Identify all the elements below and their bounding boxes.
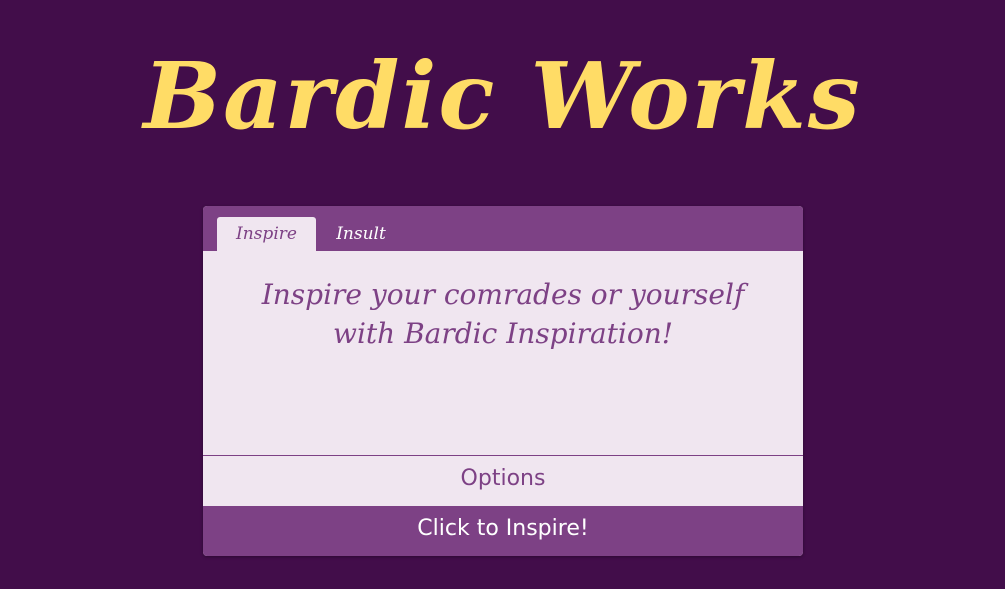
tab-insult[interactable]: Insult bbox=[321, 217, 401, 251]
bardic-card: Inspire Insult Inspire your comrades or … bbox=[203, 206, 803, 556]
app-title: Bardic Works bbox=[143, 42, 862, 150]
options-button[interactable]: Options bbox=[203, 456, 803, 506]
panel-message: Inspire your comrades or yourself with B… bbox=[261, 278, 745, 350]
tab-inspire[interactable]: Inspire bbox=[217, 217, 316, 251]
tab-bar: Inspire Insult bbox=[203, 206, 803, 251]
inspire-panel: Inspire your comrades or yourself with B… bbox=[203, 251, 803, 456]
inspire-button[interactable]: Click to Inspire! bbox=[203, 506, 803, 556]
